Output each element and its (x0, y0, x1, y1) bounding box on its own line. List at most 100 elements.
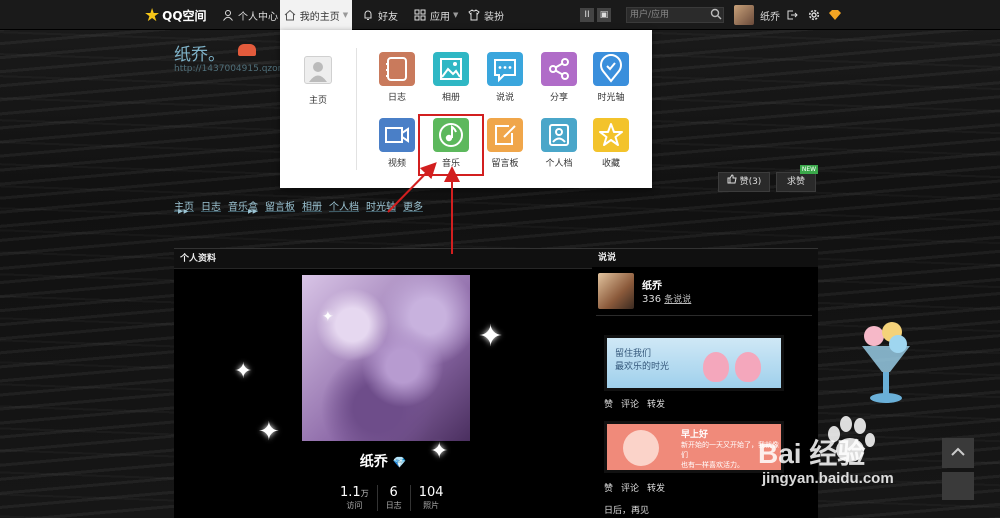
divider (596, 315, 812, 316)
comment-action[interactable]: 评论 (621, 397, 639, 410)
chevron-down-icon: ▼ (342, 11, 349, 19)
music-controls: II ▣ (580, 0, 614, 30)
shuoshuo-author[interactable]: 纸乔 (642, 277, 662, 292)
divider (356, 48, 357, 170)
nav-link-guestbook[interactable]: 留言板 (265, 198, 295, 213)
friends-menu[interactable]: 好友 (362, 0, 398, 30)
post-image-sticker[interactable]: 留住我们 最欢乐的时光 (604, 335, 784, 391)
post-actions: 赞 评论 转发 (604, 481, 665, 494)
app-label: 时光轴 (597, 93, 625, 103)
app-profile[interactable]: 个人档 (541, 118, 577, 169)
logout-icon[interactable] (786, 0, 798, 30)
personal-center-link[interactable]: 个人中心 (222, 0, 278, 30)
my-home-label: 我的主页 (299, 11, 340, 23)
watermark-url: jingyan.baidu.com (762, 470, 894, 487)
like-action[interactable]: 赞 (604, 397, 613, 410)
chevron-up-icon (951, 447, 965, 456)
stat-photos[interactable]: 104 照片 (409, 485, 452, 511)
app-label: 分享 (549, 93, 568, 103)
sparkle-decoration: ✦ (322, 309, 334, 325)
edit-note-icon (487, 118, 523, 152)
profile-photo[interactable] (302, 275, 470, 441)
video-camera-icon (379, 118, 415, 152)
app-label: 视频 (387, 159, 406, 169)
sticker-line: 留住我们 (615, 349, 652, 359)
diamond-badge-icon: 💎 (392, 456, 407, 469)
my-home-menu[interactable]: 我的主页 ▼ (280, 0, 352, 30)
stat-value: 104 (418, 485, 444, 500)
home-avatar-icon[interactable] (304, 56, 332, 84)
profile-panel: 个人资料 ✦ ✦ ✦ ✦ ✦ 纸乔 💎 1.1万 访问 6 日志 104 照片 (174, 248, 592, 518)
stat-visits[interactable]: 1.1万 访问 (332, 485, 377, 511)
music-highlight-box (418, 114, 484, 176)
dress-menu[interactable]: 装扮 (468, 0, 504, 30)
app-video[interactable]: 视频 (379, 118, 415, 169)
gear-icon[interactable] (808, 0, 820, 30)
stat-label: 日志 (385, 501, 402, 510)
ask-like-button[interactable]: 求赞 (776, 172, 816, 192)
sparkle-decoration: ✦ (258, 417, 280, 447)
nav-link-timeline[interactable]: 时光轴 (366, 198, 396, 213)
space-navigation: 主页 日志 音乐盒 留言板 相册 个人档 时光轴 更多 (174, 198, 423, 213)
like-count: 赞(3) (739, 177, 762, 187)
post-image-greeting[interactable]: 早上好 新开始的一天又开始了，我就像们 也有一样喜欢活力。 (604, 421, 784, 473)
apps-menu[interactable]: 应用 ▼ (414, 0, 458, 30)
app-blog[interactable]: 日志 (379, 52, 415, 103)
space-url[interactable]: http://1437004915.qzone. (174, 64, 292, 74)
thumbs-up-icon (727, 174, 740, 187)
stat-value: 1.1 (340, 485, 361, 500)
shuoshuo-avatar[interactable] (598, 273, 634, 309)
nav-link-blog[interactable]: 日志 (201, 198, 221, 213)
scroll-to-top-button[interactable] (942, 438, 974, 468)
app-timeline[interactable]: 时光轴 (593, 52, 629, 103)
like-action[interactable]: 赞 (604, 481, 613, 494)
app-label: 留言板 (491, 159, 519, 169)
home-label[interactable]: 主页 (304, 93, 332, 106)
diamond-icon[interactable] (828, 0, 842, 30)
search-icon[interactable] (710, 8, 722, 20)
stat-blogs[interactable]: 6 日志 (376, 485, 410, 511)
stop-button[interactable]: ▣ (597, 8, 611, 22)
app-shuoshuo[interactable]: 说说 (487, 52, 523, 103)
shuoshuo-count[interactable]: 336 条说说 (642, 292, 691, 305)
qzone-logo[interactable]: ★ QQ空间 (144, 0, 207, 30)
app-label: 日志 (387, 93, 406, 103)
friends-label: 好友 (378, 11, 398, 23)
nav-link-more[interactable]: 更多 (403, 198, 423, 213)
apps-label: 应用 (430, 11, 450, 23)
nav-link-album[interactable]: 相册 (302, 198, 322, 213)
post-text: 日后，再见 (604, 506, 650, 516)
person-icon (222, 9, 234, 21)
app-album[interactable]: 相册 (433, 52, 469, 103)
profile-card-icon (541, 118, 577, 152)
stat-unit: 万 (360, 489, 369, 498)
app-favorites[interactable]: 收藏 (593, 118, 629, 169)
personal-center-label: 个人中心 (238, 11, 278, 23)
space-title: 纸乔。 (174, 45, 225, 65)
like-button[interactable]: 赞(3) (718, 172, 770, 192)
app-label: 相册 (441, 93, 460, 103)
top-navigation-bar: ★ QQ空间 个人中心 我的主页 ▼ 好友 应用 ▼ 装扮 II ▣ 用户/应用… (0, 0, 1000, 30)
stat-label: 访问 (346, 501, 363, 510)
shuoshuo-panel-title: 说说 (592, 249, 818, 267)
profile-stats: 1.1万 访问 6 日志 104 照片 (332, 485, 452, 511)
app-label: 说说 (495, 93, 514, 103)
share-icon (541, 52, 577, 86)
stat-label: 照片 (423, 501, 440, 510)
app-share[interactable]: 分享 (541, 52, 577, 103)
app-guestbook[interactable]: 留言板 (487, 118, 523, 169)
shuoshuo-count-value: 336 (642, 294, 662, 305)
comment-action[interactable]: 评论 (621, 481, 639, 494)
timeline-icon (593, 52, 629, 86)
user-avatar[interactable] (734, 5, 754, 25)
forward-action[interactable]: 转发 (647, 397, 665, 410)
shuoshuo-count-label: 条说说 (664, 295, 692, 305)
forward-action[interactable]: 转发 (647, 481, 665, 494)
new-badge: NEW (800, 165, 818, 174)
nav-link-profile[interactable]: 个人档 (329, 198, 359, 213)
chevron-down-icon: ▼ (453, 11, 459, 19)
photo-icon (433, 52, 469, 86)
feedback-button[interactable] (942, 472, 974, 500)
username-link[interactable]: 纸乔 (760, 0, 780, 30)
pause-button[interactable]: II (580, 8, 594, 22)
